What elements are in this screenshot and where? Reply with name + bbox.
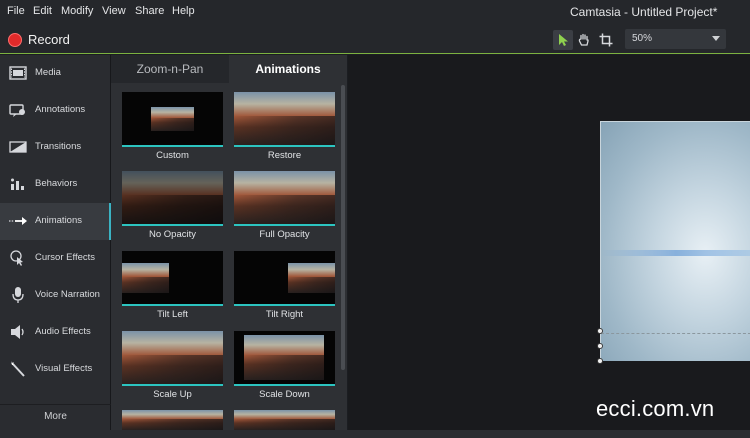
crop-tool-button[interactable]: [596, 30, 616, 50]
thumbnail-image: [234, 171, 335, 225]
magic-wand-icon: [8, 360, 28, 378]
thumbnail-accent-bar: [122, 224, 223, 226]
thumbnail-accent-bar: [122, 304, 223, 306]
pan-tool-button[interactable]: [574, 30, 594, 50]
record-button[interactable]: Record: [8, 31, 70, 48]
toolbar: Record 50%: [0, 24, 750, 54]
more-label: More: [44, 411, 67, 422]
tab-animations[interactable]: Animations: [229, 55, 347, 83]
thumbnail-image: [122, 171, 223, 225]
sidebar-item-audio-effects[interactable]: Audio Effects: [0, 314, 111, 351]
annotation-callout-icon: [8, 101, 28, 119]
resize-handle[interactable]: [597, 343, 603, 349]
status-strip: [0, 430, 750, 438]
thumbnail-label: Tilt Left: [157, 309, 188, 320]
library-scrollbar[interactable]: [341, 85, 345, 370]
thumbnail-image: [234, 92, 335, 146]
canvas-preview-clip[interactable]: [600, 121, 750, 361]
media-film-icon: [8, 64, 28, 82]
animation-thumbnail-scale-up[interactable]: Scale Up: [122, 331, 223, 403]
thumbnail-label: Restore: [267, 150, 302, 161]
thumbnail-accent-bar: [122, 384, 223, 386]
menu-file[interactable]: File: [7, 5, 25, 17]
thumbnail-accent-bar: [234, 304, 335, 306]
thumbnail-label: Custom: [156, 150, 189, 161]
thumbnail-image: [234, 251, 335, 305]
thumbnail-accent-bar: [234, 145, 335, 147]
sidebar-item-label: Voice Narration: [35, 289, 100, 300]
animation-thumbnail-partial[interactable]: [234, 410, 335, 430]
thumbnail-label: Scale Down: [259, 389, 310, 400]
sidebar-item-label: Annotations: [35, 104, 86, 115]
menu-modify[interactable]: Modify: [61, 5, 93, 17]
watermark-text: ecci.com.vn: [596, 396, 715, 421]
animation-thumbnail-tilt-right[interactable]: Tilt Right: [234, 251, 335, 323]
menu-help[interactable]: Help: [172, 5, 195, 17]
record-dot-icon: [8, 32, 22, 47]
animation-thumbnail-partial[interactable]: [122, 410, 223, 430]
sidebar-item-visual-effects[interactable]: Visual Effects: [0, 351, 111, 388]
resize-handle[interactable]: [597, 358, 603, 364]
sidebar-item-label: Audio Effects: [35, 326, 91, 337]
sidebar-item-label: Cursor Effects: [35, 252, 96, 263]
transition-icon: [8, 138, 28, 156]
animation-thumbnail-tilt-left[interactable]: Tilt Left: [122, 251, 223, 323]
thumbnail-accent-bar: [234, 224, 335, 226]
sidebar-item-animations[interactable]: Animations: [0, 203, 111, 240]
app-title: Camtasia - Untitled Project*: [570, 5, 718, 19]
menu-edit[interactable]: Edit: [33, 5, 52, 17]
selection-dashed-edge: [601, 333, 750, 334]
more-button[interactable]: More: [0, 404, 111, 430]
menu-view[interactable]: View: [102, 5, 126, 17]
sidebar-item-label: Transitions: [35, 141, 82, 152]
thumbnail-accent-bar: [234, 384, 335, 386]
record-label: Record: [28, 32, 70, 47]
thumbnail-image: [234, 331, 335, 385]
sidebar-item-transitions[interactable]: Transitions: [0, 129, 111, 166]
animation-thumbnail-restore[interactable]: Restore: [234, 92, 335, 164]
sidebar-item-behaviors[interactable]: Behaviors: [0, 166, 111, 203]
animation-arrow-icon: [8, 212, 28, 230]
sidebar-item-label: Animations: [35, 215, 82, 226]
zoom-select[interactable]: 50%: [625, 29, 726, 49]
sidebar-item-label: Media: [35, 67, 61, 78]
behaviors-bars-icon: [8, 175, 28, 193]
menu-share[interactable]: Share: [135, 5, 164, 17]
hand-pan-icon: [578, 33, 589, 46]
sidebar-item-media[interactable]: Media: [0, 55, 111, 92]
arrow-pointer-icon: [559, 34, 568, 46]
thumbnail-label: Full Opacity: [259, 229, 310, 240]
microphone-icon: [8, 286, 28, 304]
tab-zoom-n-pan[interactable]: Zoom-n-Pan: [111, 55, 229, 83]
sidebar-item-label: Behaviors: [35, 178, 78, 189]
menu-bar: File Edit Modify View Share Help Camtasi…: [0, 0, 750, 24]
light-streak: [601, 250, 750, 256]
animation-thumbnail-scale-down[interactable]: Scale Down: [234, 331, 335, 403]
speaker-icon: [8, 323, 28, 341]
animation-thumbnail-full-opacity[interactable]: Full Opacity: [234, 171, 335, 243]
sidebar-item-annotations[interactable]: Annotations: [0, 92, 111, 129]
thumbnail-label: Scale Up: [153, 389, 192, 400]
select-tool-button[interactable]: [553, 30, 573, 50]
animation-thumbnail-custom[interactable]: Custom: [122, 92, 223, 164]
thumbnail-accent-bar: [122, 145, 223, 147]
thumbnail-image: [122, 92, 223, 146]
animation-thumbnail-no-opacity[interactable]: No Opacity: [122, 171, 223, 243]
sidebar-item-cursor-effects[interactable]: Cursor Effects: [0, 240, 111, 277]
zoom-value: 50%: [632, 33, 653, 44]
cursor-effects-icon: [8, 249, 28, 267]
sidebar-item-voice-narration[interactable]: Voice Narration: [0, 277, 111, 314]
chevron-down-icon: [712, 36, 720, 41]
sidebar-item-label: Visual Effects: [35, 363, 93, 374]
thumbnail-label: No Opacity: [149, 229, 196, 240]
tools-sidebar: Media Annotations Transitions Behaviors …: [0, 55, 111, 430]
resize-handle[interactable]: [597, 328, 603, 334]
thumbnail-image: [122, 331, 223, 385]
thumbnail-label: Tilt Right: [265, 309, 304, 320]
crop-icon: [599, 33, 613, 47]
thumbnail-image: [122, 251, 223, 305]
